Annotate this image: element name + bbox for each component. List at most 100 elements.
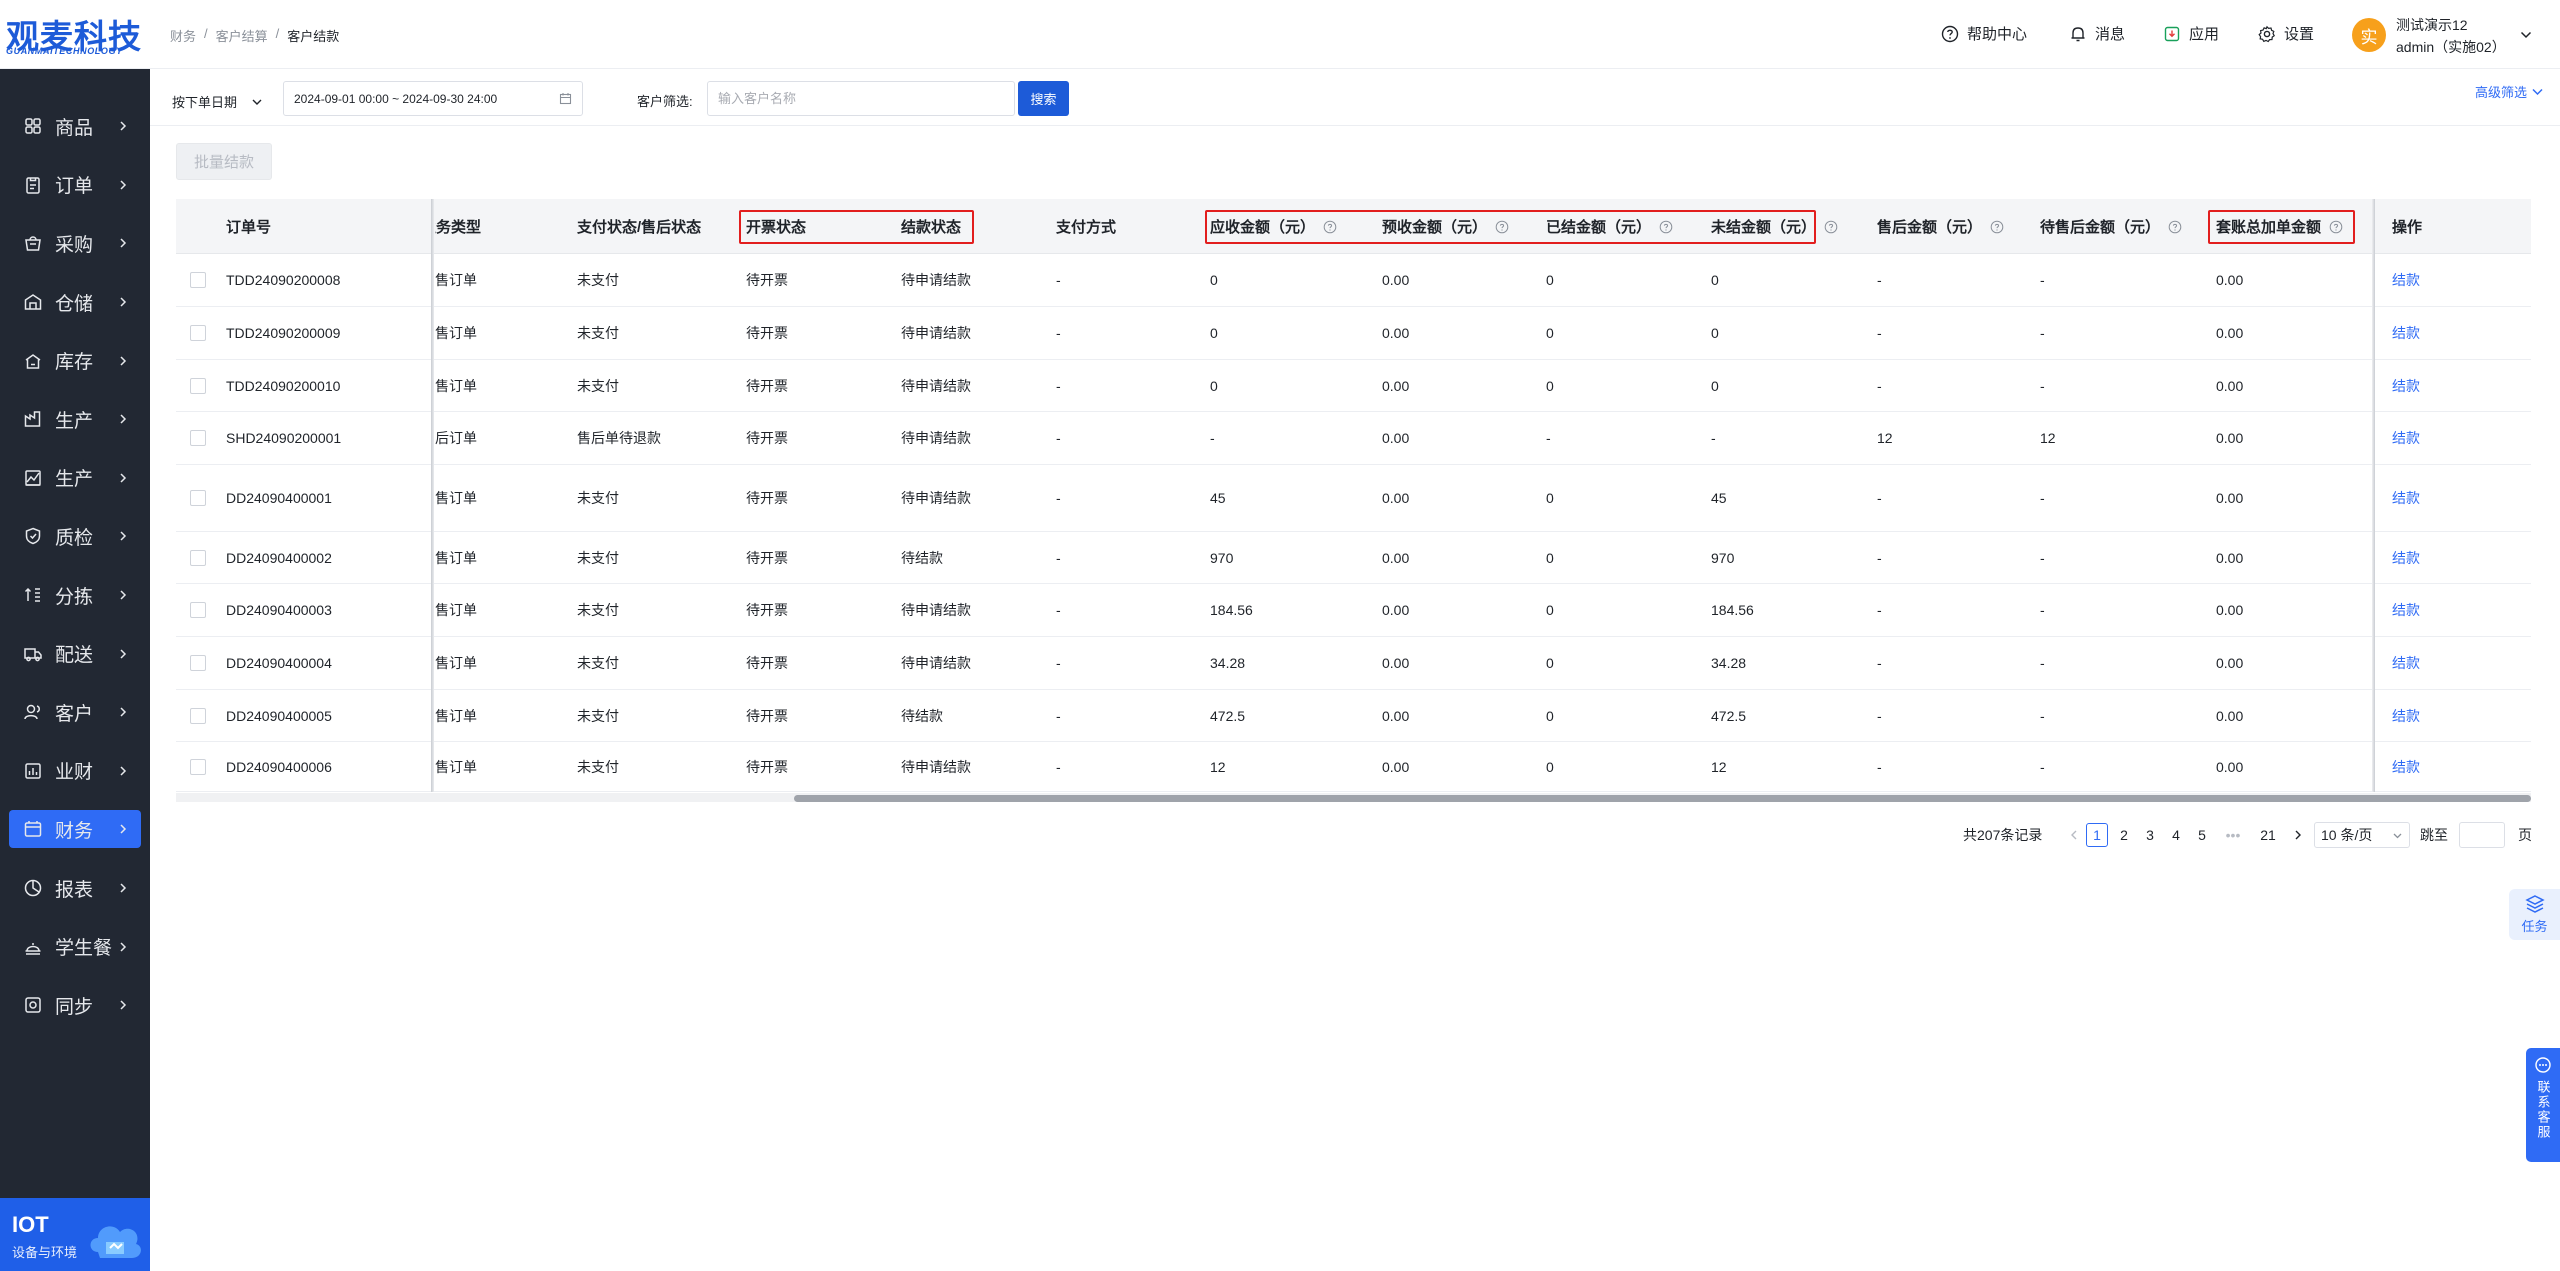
cell-settle-status: 待申请结款 [901, 272, 971, 288]
page-button[interactable]: 3 [2139, 823, 2161, 847]
sidebar-item-2[interactable]: 订单 [0, 156, 150, 215]
settle-link[interactable]: 结款 [2392, 465, 2420, 531]
sidebar-item-12[interactable]: 业财 [0, 742, 150, 801]
page-size-select[interactable]: 10 条/页 [2314, 822, 2410, 848]
task-button[interactable]: 任务 [2509, 889, 2560, 940]
search-button[interactable]: 搜索 [1018, 81, 1069, 116]
sidebar-item-3[interactable]: 采购 [0, 214, 150, 273]
sidebar-item-5[interactable]: 库存 [0, 331, 150, 390]
page-button[interactable]: 4 [2165, 823, 2187, 847]
page-button[interactable]: 2 [2113, 823, 2135, 847]
sidebar-item-10[interactable]: 配送 [0, 624, 150, 683]
sidebar-item-6[interactable]: 生产 [0, 390, 150, 449]
contact-support-button[interactable]: 联系客服 [2526, 1048, 2560, 1162]
cell-order-no: DD24090400004 [226, 655, 332, 671]
settle-link[interactable]: 结款 [2392, 412, 2420, 464]
sidebar-item-15[interactable]: 学生餐 [0, 917, 150, 976]
row-checkbox[interactable] [190, 272, 206, 288]
page-button[interactable]: 1 [2086, 823, 2108, 847]
help-icon[interactable] [1323, 220, 1337, 234]
chevron-down-icon[interactable] [2519, 28, 2533, 42]
help-icon[interactable] [1659, 220, 1673, 234]
page-size-value: 10 条/页 [2321, 827, 2373, 843]
date-range-picker[interactable]: 2024-09-01 00:00 ~ 2024-09-30 24:00 [283, 81, 583, 116]
row-checkbox[interactable] [190, 549, 206, 566]
settle-link[interactable]: 结款 [2392, 637, 2420, 689]
cell-settle-status: 待申请结款 [901, 430, 971, 446]
date-type-select[interactable]: 按下单日期 [172, 92, 263, 111]
settle-link[interactable]: 结款 [2392, 690, 2420, 741]
table-row: DD24090400002 销售订单 未支付 待开票 待结款 -970 0.00 0 970- -… [176, 532, 2531, 584]
table-row: DD24090400004 销售订单 未支付 待开票 待申请结款 -34.28 0.00 0 3… [176, 637, 2531, 690]
sorting-icon [22, 584, 44, 606]
messages-label: 消息 [2095, 26, 2126, 43]
customer-search-input[interactable] [707, 81, 1015, 116]
help-icon[interactable] [1495, 220, 1509, 234]
cell-after-sale: 12 [1877, 430, 1893, 446]
row-checkbox[interactable] [190, 707, 206, 724]
help-icon[interactable] [2329, 220, 2343, 234]
horizontal-scrollbar[interactable] [794, 795, 2531, 802]
settle-link[interactable]: 结款 [2392, 532, 2420, 583]
cell-order-no: DD24090400001 [226, 490, 332, 506]
breadcrumb-item[interactable]: 财务 [170, 26, 196, 45]
cell-account-extra: 0.00 [2216, 377, 2244, 394]
help-icon[interactable] [2168, 220, 2182, 234]
column-header-settle-status: 结款状态 [901, 199, 961, 254]
help-icon[interactable] [1824, 220, 1838, 234]
settle-link[interactable]: 结款 [2392, 360, 2420, 411]
prev-page-button[interactable] [2063, 823, 2085, 847]
settle-link[interactable]: 结款 [2392, 254, 2420, 306]
apps-link[interactable]: 应用 [2163, 23, 2219, 44]
cell-pending-after-sale: - [2040, 325, 2045, 341]
sidebar-item-14[interactable]: 报表 [0, 859, 150, 918]
iot-banner[interactable]: IOT 设备与环境 [0, 1198, 150, 1271]
settle-link[interactable]: 结款 [2392, 307, 2420, 359]
column-header-label: 结款状态 [901, 219, 962, 236]
sidebar-item-16[interactable]: 同步 [0, 976, 150, 1035]
messages-link[interactable]: 消息 [2069, 23, 2125, 44]
grid-icon [22, 115, 44, 137]
column-header-settled: 已结金额（元） [1546, 199, 1673, 254]
jump-page-input[interactable] [2459, 822, 2505, 848]
sidebar-item-label: 生产 [55, 410, 94, 432]
help-center-link[interactable]: 帮助中心 [1941, 23, 2027, 44]
column-header-prepaid: 预收金额（元） [1382, 199, 1509, 254]
sidebar-item-4[interactable]: 仓储 [0, 273, 150, 332]
iot-title: IOT [12, 1212, 49, 1237]
row-checkbox[interactable] [190, 602, 206, 618]
sidebar-item-8[interactable]: 质检 [0, 507, 150, 566]
user-name[interactable]: 测试演示12 [2396, 15, 2468, 35]
shield-icon [22, 525, 44, 547]
sidebar-item-11[interactable]: 客户 [0, 683, 150, 742]
settings-link[interactable]: 设置 [2258, 23, 2314, 44]
row-checkbox[interactable] [190, 758, 206, 775]
row-checkbox[interactable] [190, 655, 206, 671]
batch-settle-button[interactable]: 批量结款 [176, 143, 272, 180]
settle-link[interactable]: 结款 [2392, 584, 2420, 636]
breadcrumb-item[interactable]: 客户结算 [216, 26, 268, 45]
sidebar-item-1[interactable]: 商品 [0, 97, 150, 156]
settle-link[interactable]: 结款 [2392, 742, 2420, 791]
user-role[interactable]: admin（实施02） [2396, 37, 2506, 57]
help-icon[interactable] [1990, 220, 2004, 234]
sidebar-item-9[interactable]: 分拣 [0, 566, 150, 625]
logo[interactable]: 观麦科技 GUANMAITECHNOLOGY [0, 0, 150, 69]
page-button[interactable]: 21 [2257, 823, 2279, 847]
cell-after-sale: - [1877, 325, 1882, 341]
purchase-icon [22, 232, 44, 254]
row-checkbox[interactable] [190, 377, 206, 394]
row-checkbox[interactable] [190, 430, 206, 446]
fixed-column-shadow-right [2372, 199, 2375, 792]
chat-icon [2535, 1057, 2551, 1073]
row-checkbox[interactable] [190, 490, 206, 506]
advanced-filter-toggle[interactable]: 高级筛选 [2475, 82, 2544, 101]
page-ellipsis[interactable]: ••• [2222, 823, 2244, 847]
cell-account-extra: 0.00 [2216, 602, 2244, 618]
row-checkbox[interactable] [190, 325, 206, 341]
avatar[interactable]: 实 [2352, 18, 2386, 52]
page-button[interactable]: 5 [2191, 823, 2213, 847]
sidebar-item-13[interactable]: 财务 [0, 800, 150, 859]
sidebar-item-7[interactable]: 生产 [0, 449, 150, 508]
next-page-button[interactable] [2287, 823, 2309, 847]
